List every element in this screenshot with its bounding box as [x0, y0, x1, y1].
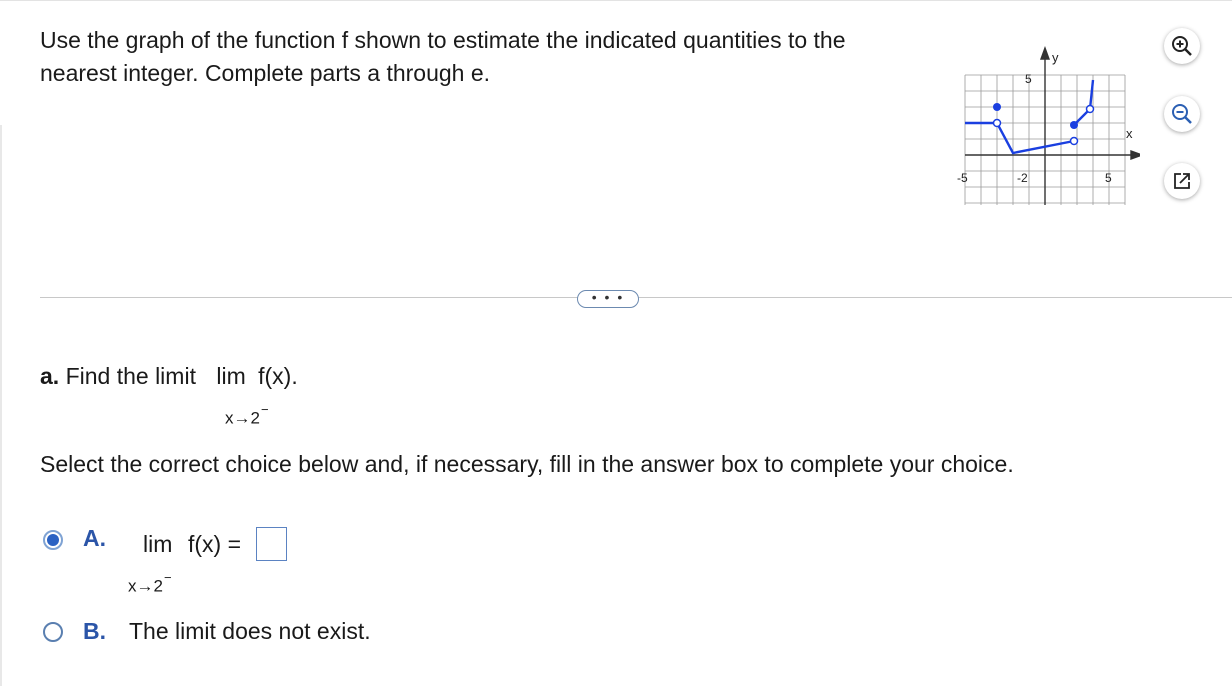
- choice-a-sup: −: [163, 570, 172, 585]
- x-left-tick-label: -5: [957, 171, 968, 185]
- top-border: [0, 0, 1232, 1]
- left-border: [0, 125, 2, 686]
- zoom-out-icon: [1172, 104, 1192, 124]
- y-tick-label: 5: [1025, 72, 1032, 86]
- graph-points: [992, 103, 1095, 146]
- popout-icon: [1174, 173, 1190, 189]
- choice-b-text: The limit does not exist.: [129, 618, 371, 644]
- choice-b-radio[interactable]: [43, 622, 63, 642]
- zoom-in-icon: [1172, 36, 1192, 56]
- popout-button[interactable]: [1164, 163, 1200, 199]
- answer-input-box[interactable]: [256, 527, 287, 561]
- part-a-letter: a.: [40, 363, 60, 389]
- part-a-prompt: a. Find the limit lim f(x).: [40, 362, 298, 390]
- choice-b-letter: B.: [83, 618, 106, 644]
- part-a-lim: lim: [216, 363, 246, 389]
- graph-axes: [965, 45, 1140, 205]
- zoom-in-button[interactable]: [1164, 28, 1200, 64]
- choice-a-letter: A.: [83, 525, 106, 551]
- x-axis-label: x: [1126, 126, 1133, 141]
- part-a-subscript: x→2−: [225, 402, 269, 429]
- y-bottom-tick-label: -2: [1017, 171, 1028, 185]
- part-a-expr: f(x).: [258, 363, 298, 389]
- zoom-out-button[interactable]: [1164, 96, 1200, 132]
- instruction-text: Select the correct choice below and, if …: [40, 451, 1014, 477]
- question-text: Use the graph of the function f shown to…: [40, 27, 846, 86]
- x-right-tick-label: 5: [1105, 171, 1112, 185]
- choice-a-sub-text: x→2: [128, 576, 163, 596]
- part-a-text: Find the limit: [65, 363, 196, 389]
- choice-a-lim: lim: [143, 531, 173, 557]
- function-graph[interactable]: y x 5 -5 5 -2: [955, 45, 1140, 220]
- part-a-sup: −: [260, 402, 269, 417]
- choice-a-radio[interactable]: [43, 530, 63, 550]
- y-axis-label: y: [1052, 50, 1059, 65]
- more-button[interactable]: • • •: [577, 290, 639, 308]
- choice-a-expr: f(x) =: [188, 531, 242, 557]
- choice-a-subscript: x→2−: [128, 570, 172, 597]
- part-a-sub-text: x→2: [225, 408, 260, 428]
